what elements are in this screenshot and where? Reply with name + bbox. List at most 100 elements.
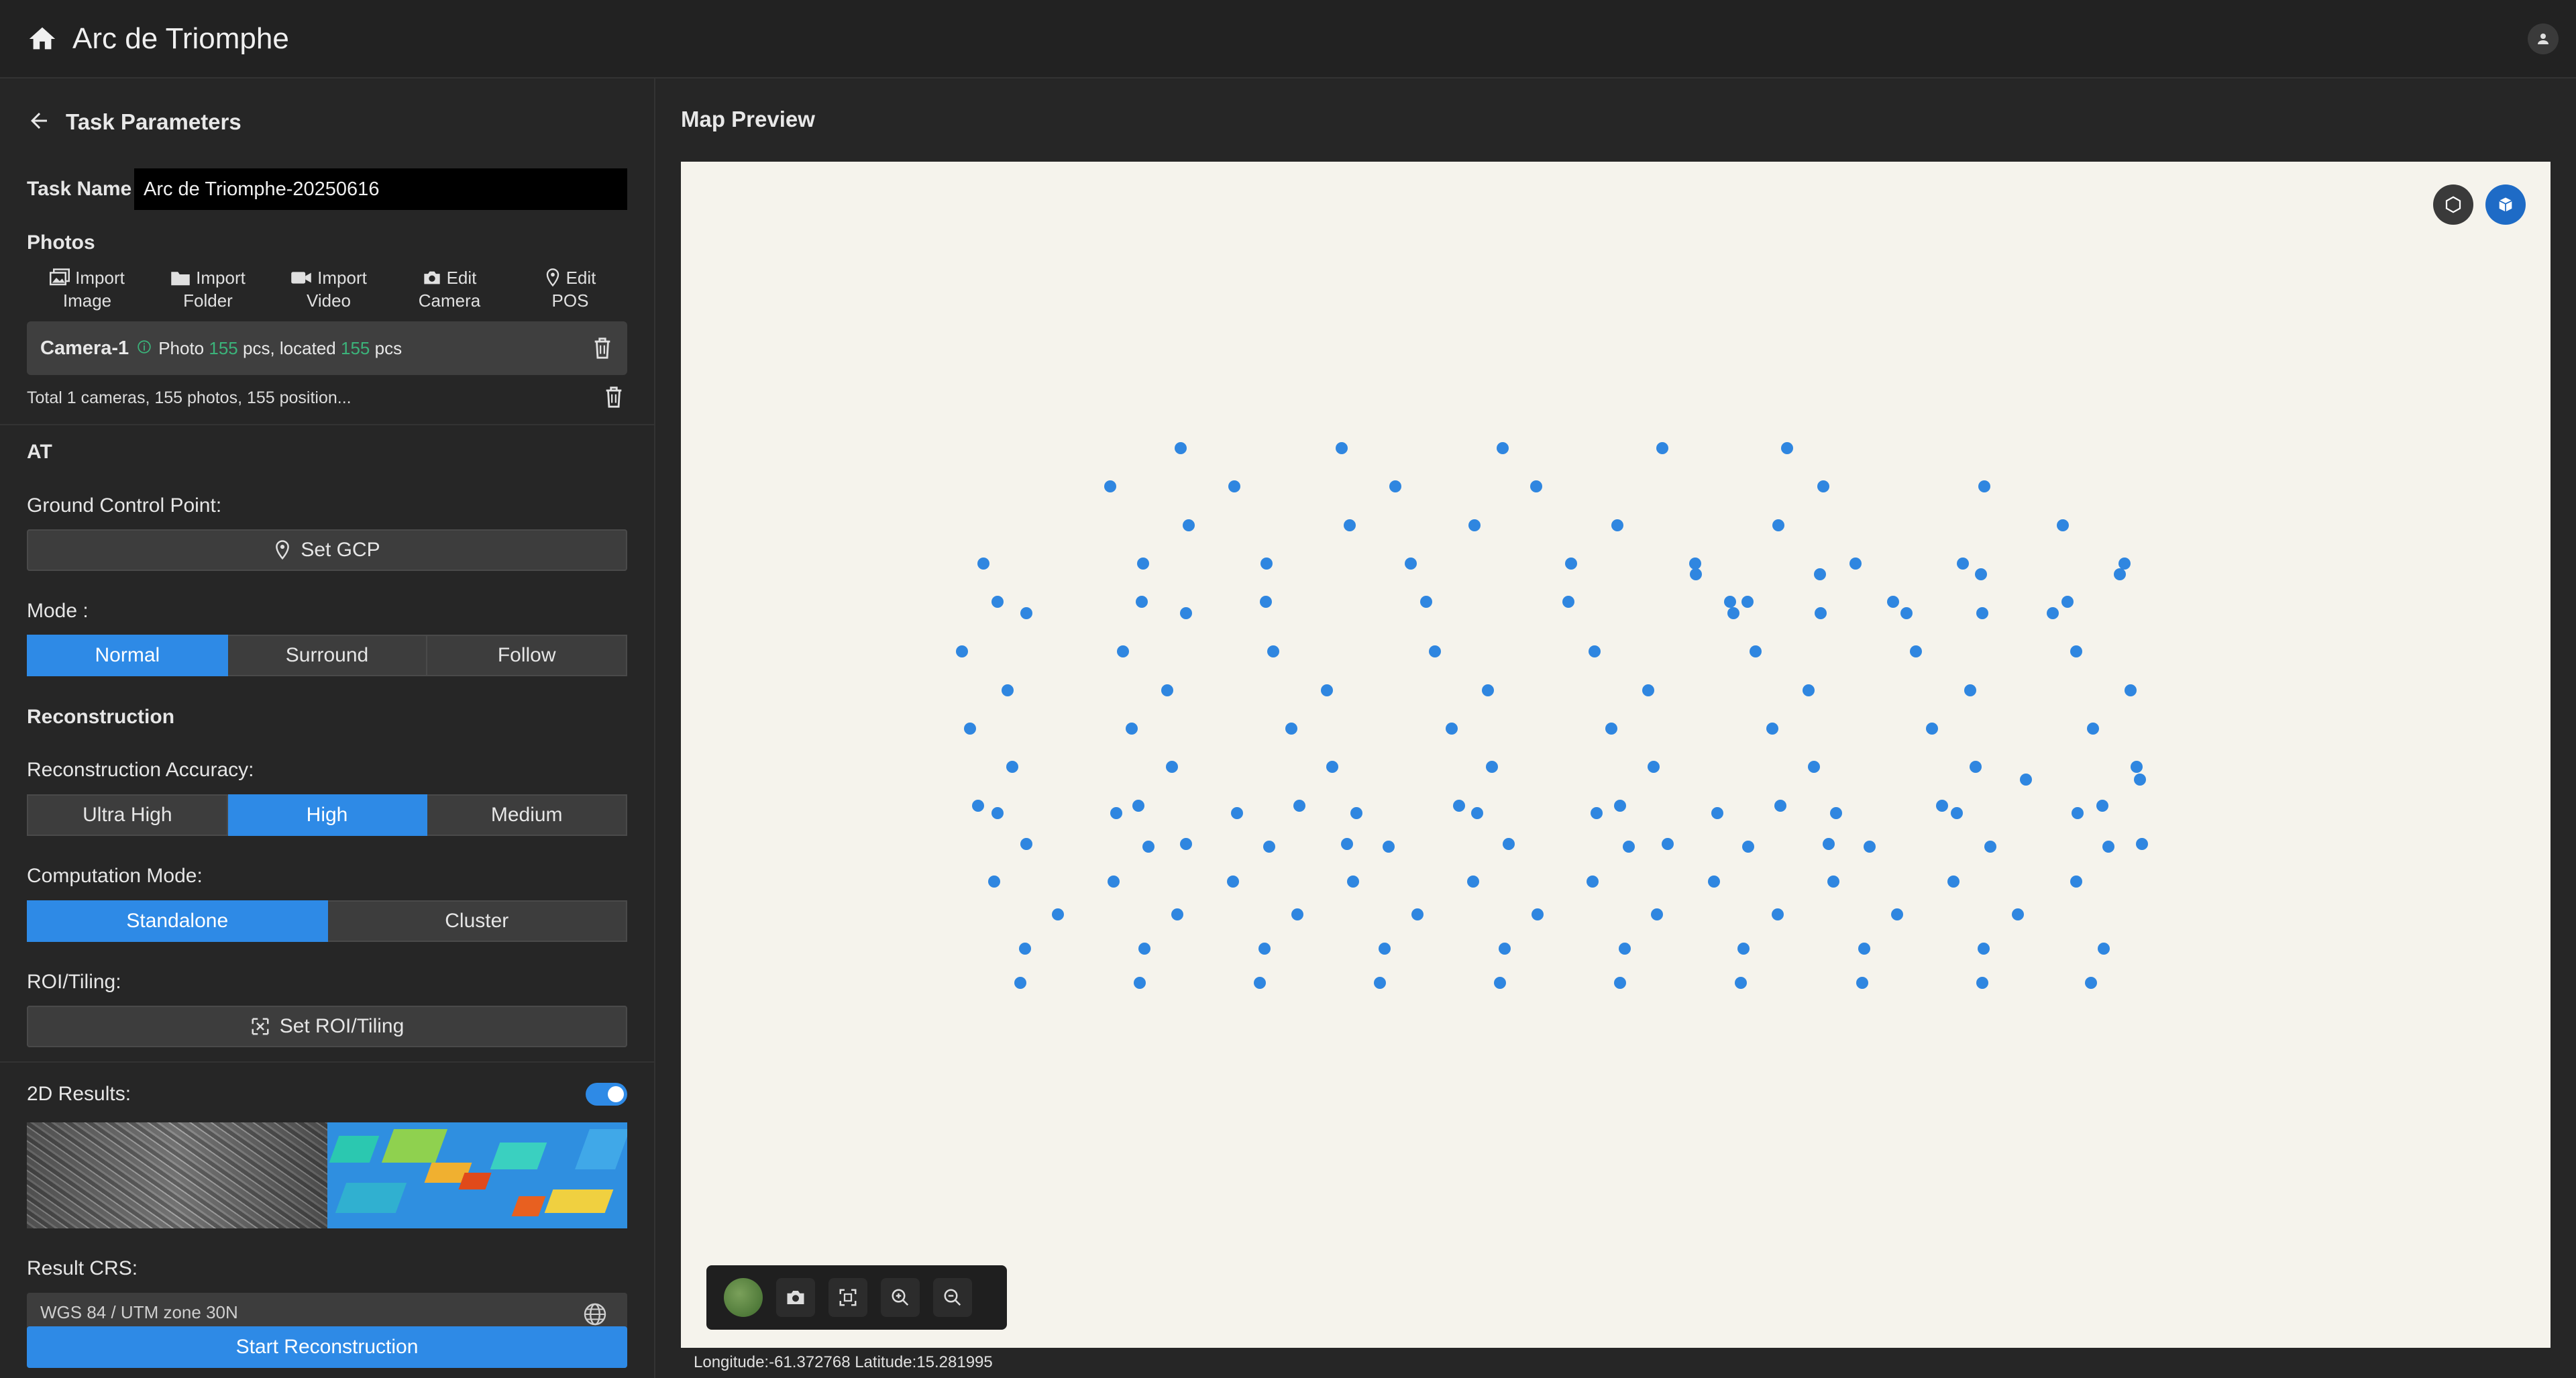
mode-normal-option[interactable]: Normal	[27, 635, 228, 676]
import-video-button[interactable]: Import Video	[268, 266, 389, 312]
dsm-thumbnail[interactable]	[327, 1122, 627, 1228]
photo-position-marker[interactable]	[1134, 977, 1146, 989]
accuracy-medium-option[interactable]: Medium	[427, 794, 628, 836]
photo-position-marker[interactable]	[2072, 807, 2084, 819]
photo-position-marker[interactable]	[1619, 943, 1631, 955]
photo-position-marker[interactable]	[1978, 480, 1990, 492]
photo-position-marker[interactable]	[1957, 558, 1969, 570]
photo-position-marker[interactable]	[1742, 841, 1754, 853]
photo-position-marker[interactable]	[1285, 723, 1297, 735]
photo-position-marker[interactable]	[977, 558, 989, 570]
photo-position-marker[interactable]	[1864, 841, 1876, 853]
photo-position-marker[interactable]	[2114, 568, 2126, 580]
photo-position-marker[interactable]	[1110, 807, 1122, 819]
photo-position-marker[interactable]	[1830, 807, 1842, 819]
photo-position-marker[interactable]	[1970, 761, 1982, 773]
photo-position-marker[interactable]	[1132, 800, 1144, 812]
photo-position-marker[interactable]	[991, 596, 1004, 608]
globe-icon[interactable]	[583, 1302, 607, 1326]
photo-position-marker[interactable]	[2070, 876, 2082, 888]
photo-position-marker[interactable]	[1711, 807, 1723, 819]
photo-position-marker[interactable]	[1228, 480, 1240, 492]
photo-position-marker[interactable]	[991, 807, 1004, 819]
photo-position-marker[interactable]	[1589, 645, 1601, 657]
photo-position-marker[interactable]	[2070, 645, 2082, 657]
back-arrow-icon[interactable]	[27, 109, 51, 136]
photo-position-marker[interactable]	[1002, 684, 1014, 696]
photo-position-marker[interactable]	[972, 800, 984, 812]
set-roi-button[interactable]: Set ROI/Tiling	[27, 1006, 627, 1047]
photo-position-marker[interactable]	[1291, 908, 1303, 920]
photo-position-marker[interactable]	[1389, 480, 1401, 492]
photo-position-marker[interactable]	[2125, 684, 2137, 696]
photo-position-marker[interactable]	[988, 876, 1000, 888]
results-2d-toggle[interactable]	[586, 1083, 627, 1106]
photo-position-marker[interactable]	[1171, 908, 1183, 920]
photo-position-marker[interactable]	[1486, 761, 1498, 773]
photo-position-marker[interactable]	[1494, 977, 1506, 989]
user-avatar-button[interactable]	[2528, 23, 2559, 54]
photo-position-marker[interactable]	[1532, 908, 1544, 920]
photo-position-marker[interactable]	[1138, 943, 1150, 955]
photo-position-marker[interactable]	[1006, 761, 1018, 773]
photo-position-marker[interactable]	[1136, 596, 1148, 608]
photo-position-marker[interactable]	[1975, 568, 1987, 580]
photo-position-marker[interactable]	[1823, 838, 1835, 850]
hexagon-view-button[interactable]	[2433, 184, 2473, 225]
photo-position-marker[interactable]	[2134, 774, 2146, 786]
home-icon[interactable]	[27, 23, 58, 54]
photo-position-marker[interactable]	[1591, 807, 1603, 819]
photo-position-marker[interactable]	[1471, 807, 1483, 819]
photo-position-marker[interactable]	[1183, 519, 1195, 531]
photo-position-marker[interactable]	[1856, 977, 1868, 989]
photo-position-marker[interactable]	[1420, 596, 1432, 608]
photo-position-marker[interactable]	[1737, 943, 1750, 955]
photo-position-marker[interactable]	[1808, 761, 1820, 773]
photo-position-marker[interactable]	[1429, 645, 1441, 657]
photo-position-marker[interactable]	[1336, 442, 1348, 454]
photo-position-marker[interactable]	[1453, 800, 1465, 812]
import-folder-button[interactable]: Import Folder	[148, 266, 268, 312]
photo-position-marker[interactable]	[1383, 841, 1395, 853]
photo-position-marker[interactable]	[1891, 908, 1903, 920]
photo-position-marker[interactable]	[1648, 761, 1660, 773]
photo-position-marker[interactable]	[1900, 607, 1913, 619]
photo-position-marker[interactable]	[1849, 558, 1862, 570]
photo-position-marker[interactable]	[1651, 908, 1663, 920]
photo-position-marker[interactable]	[1774, 800, 1786, 812]
photo-position-marker[interactable]	[1260, 596, 1272, 608]
photo-position-marker[interactable]	[1976, 607, 1988, 619]
delete-all-icon[interactable]	[604, 386, 624, 409]
photo-position-marker[interactable]	[1951, 807, 1963, 819]
photo-position-marker[interactable]	[1741, 596, 1754, 608]
photo-position-marker[interactable]	[1254, 977, 1266, 989]
photo-position-marker[interactable]	[1344, 519, 1356, 531]
basemap-globe-button[interactable]	[724, 1278, 763, 1317]
photo-position-marker[interactable]	[1175, 442, 1187, 454]
camera-row[interactable]: Camera-1 Photo 155 pcs, located 155 pcs	[27, 321, 627, 375]
photo-position-marker[interactable]	[1108, 876, 1120, 888]
photo-position-marker[interactable]	[1926, 723, 1938, 735]
photo-position-marker[interactable]	[2020, 774, 2032, 786]
photo-position-marker[interactable]	[1936, 800, 1948, 812]
photo-position-marker[interactable]	[2057, 519, 2069, 531]
photo-position-marker[interactable]	[1642, 684, 1654, 696]
mode-follow-option[interactable]: Follow	[427, 635, 628, 676]
photo-position-marker[interactable]	[1614, 977, 1626, 989]
import-image-button[interactable]: Import Image	[27, 266, 148, 312]
photo-position-marker[interactable]	[1781, 442, 1793, 454]
photo-position-marker[interactable]	[1605, 723, 1617, 735]
photo-position-marker[interactable]	[1326, 761, 1338, 773]
delete-camera-icon[interactable]	[592, 337, 612, 360]
3d-view-button[interactable]	[2485, 184, 2526, 225]
photo-position-marker[interactable]	[1727, 607, 1739, 619]
info-icon[interactable]	[137, 338, 152, 359]
photo-position-marker[interactable]	[1530, 480, 1542, 492]
edit-camera-button[interactable]: Edit Camera	[389, 266, 510, 312]
fit-extent-button[interactable]	[828, 1278, 867, 1317]
photo-position-marker[interactable]	[1587, 876, 1599, 888]
orthophoto-thumbnail[interactable]	[27, 1122, 327, 1228]
photo-position-marker[interactable]	[1803, 684, 1815, 696]
photo-position-marker[interactable]	[1180, 838, 1192, 850]
start-reconstruction-button[interactable]: Start Reconstruction	[27, 1326, 627, 1368]
